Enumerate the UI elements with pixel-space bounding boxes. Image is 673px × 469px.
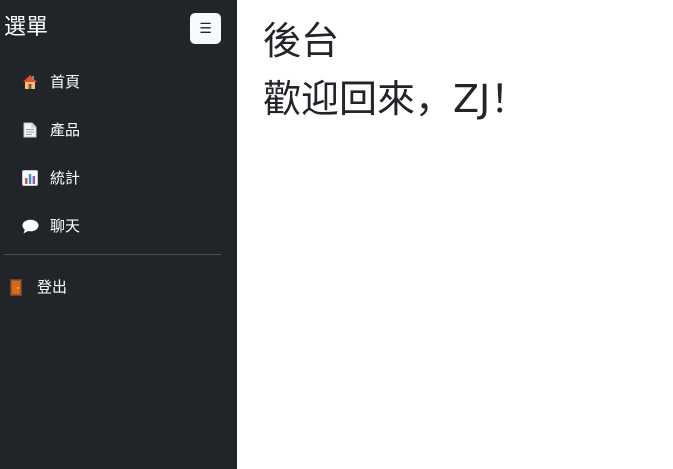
sidebar-item-label: 首頁 [50,73,81,91]
sidebar-item-products[interactable]: 產品 [0,106,237,154]
main-content: 後台 歡迎回來，ZJ！ [237,0,673,469]
sidebar-toggle-button[interactable]: ☰ [190,13,221,44]
sidebar-nav: 首頁 產品 統計 聊天 [0,58,237,250]
sidebar-item-label: 產品 [50,121,81,139]
hamburger-icon: ☰ [199,20,212,37]
speech-bubble-icon [21,217,39,235]
sidebar: 選單 ☰ 首頁 產品 統計 聊天 登出 [0,0,237,469]
door-icon [7,278,25,296]
house-icon [21,73,39,91]
sidebar-item-home[interactable]: 首頁 [0,58,237,106]
sidebar-title: 選單 [4,15,49,40]
sidebar-item-chat[interactable]: 聊天 [0,202,237,250]
sidebar-divider [4,254,221,255]
sidebar-header: 選單 ☰ [0,0,237,56]
sidebar-item-label: 聊天 [50,217,81,235]
sidebar-item-stats[interactable]: 統計 [0,154,237,202]
page-title: 後台 [263,19,340,63]
bar-chart-icon [21,169,39,187]
logout-label: 登出 [37,278,68,296]
document-icon [21,121,39,139]
sidebar-item-label: 統計 [50,169,81,187]
welcome-message: 歡迎回來，ZJ！ [263,77,529,121]
app-layout: 選單 ☰ 首頁 產品 統計 聊天 登出 後台 歡迎回來，ZJ！ [0,0,673,469]
logout-button[interactable]: 登出 [0,272,67,302]
